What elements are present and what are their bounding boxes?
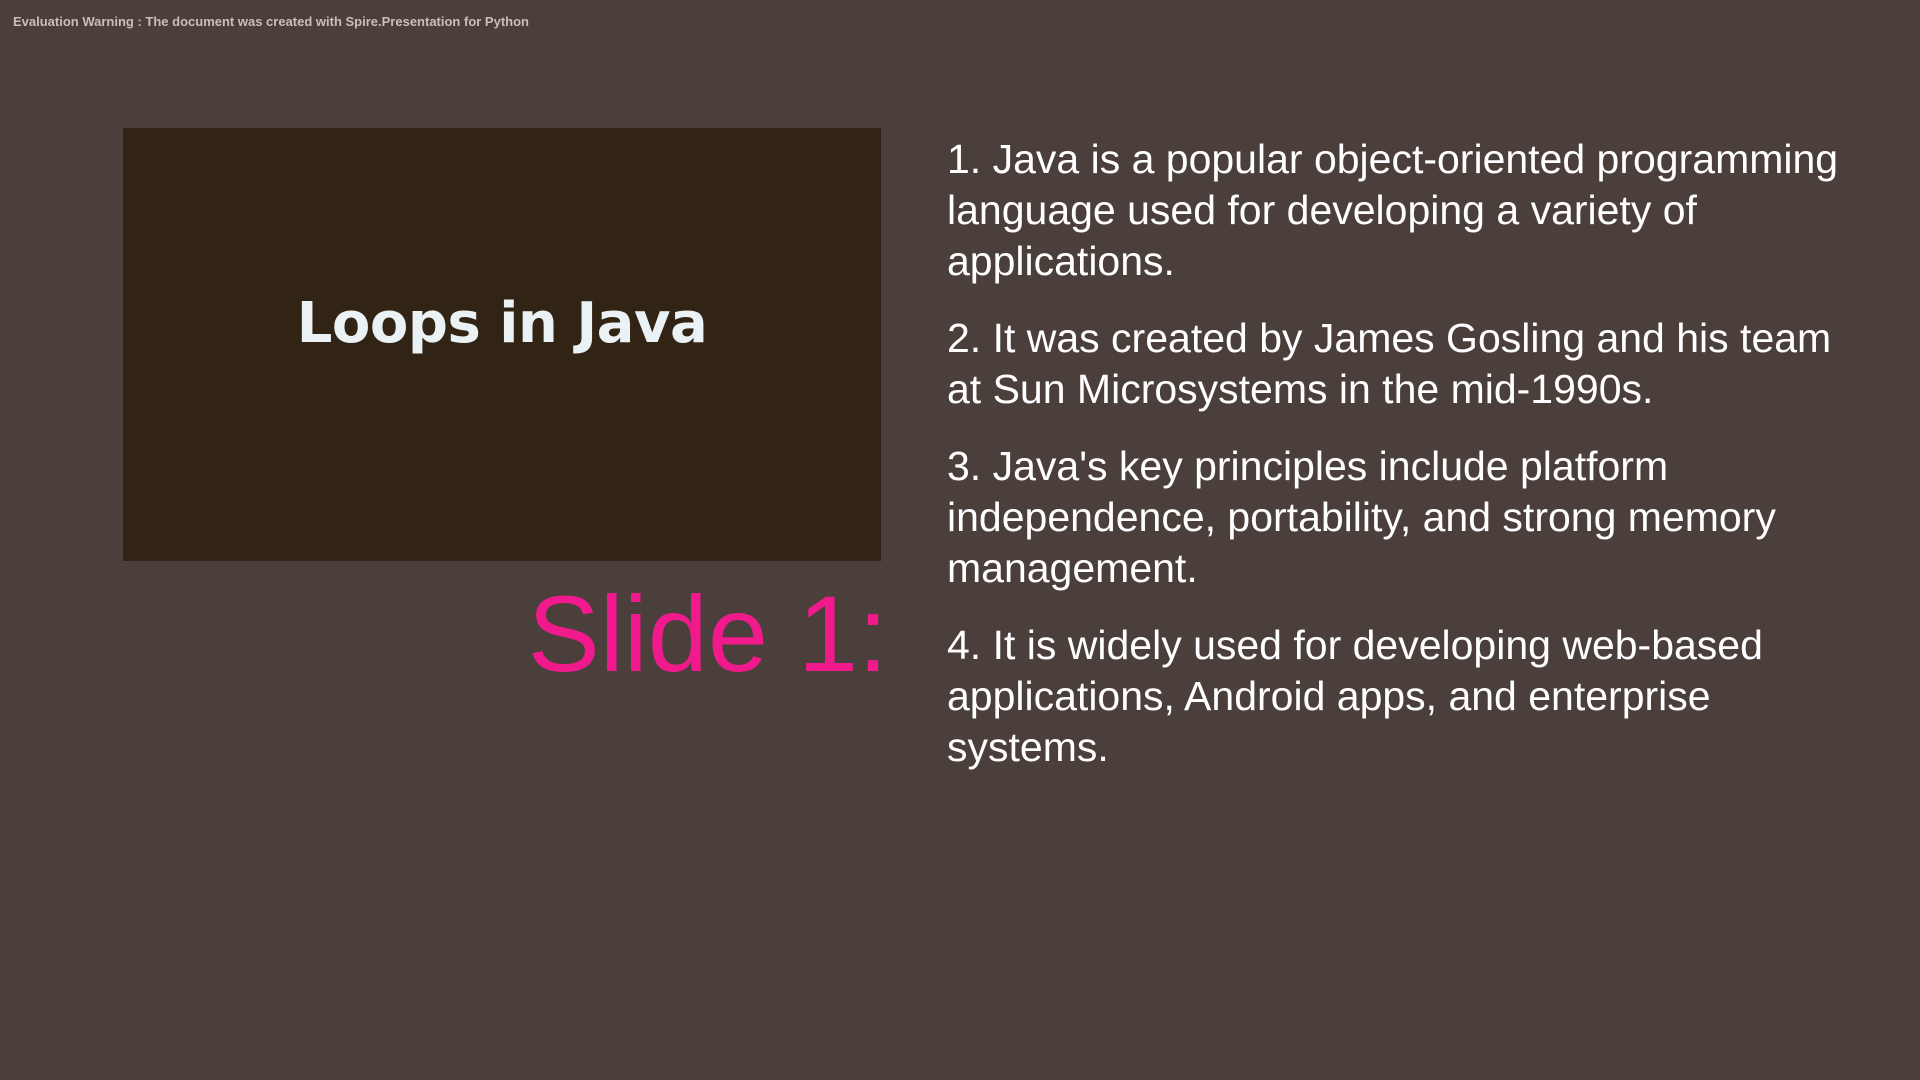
- bullet-point-1: 1. Java is a popular object-oriented pro…: [947, 136, 1839, 284]
- slide-title: Loops in Java: [296, 291, 708, 356]
- title-box: Loops in Java: [123, 128, 881, 561]
- bullet-point-4: 4. It is widely used for developing web-…: [947, 622, 1763, 770]
- slide: Evaluation Warning : The document was cr…: [0, 0, 1920, 1080]
- evaluation-warning: Evaluation Warning : The document was cr…: [13, 14, 529, 29]
- bullet-point-2: 2. It was created by James Gosling and h…: [947, 315, 1832, 412]
- slide-number-label: Slide 1:: [527, 573, 888, 694]
- bullet-point-3: 3. Java's key principles include platfor…: [947, 443, 1776, 591]
- bullet-list: 1. Java is a popular object-oriented pro…: [947, 134, 1867, 799]
